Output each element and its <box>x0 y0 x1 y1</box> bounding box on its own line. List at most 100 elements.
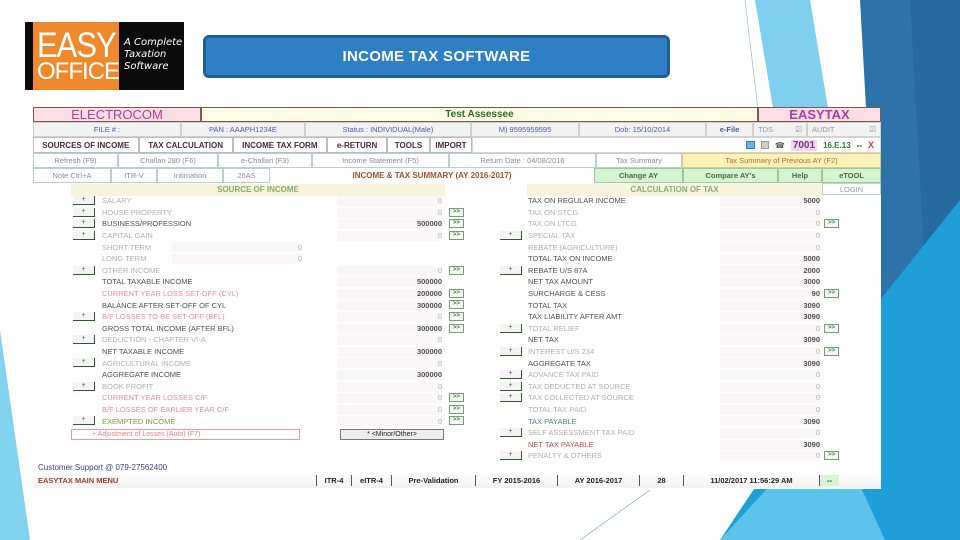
row-rebate-agriculture: REBATE (AGRICULTURE) 0 <box>33 241 881 253</box>
expand-button[interactable]: + <box>500 451 522 461</box>
row-label: INTEREST U/S 234 <box>528 347 595 357</box>
summary-title: INCOME & TAX SUMMARY (AY 2016-2017) <box>270 168 594 183</box>
refresh-button[interactable]: Refresh (F9) <box>33 153 118 168</box>
row-special-tax: + SPECIAL TAX 0 <box>33 230 881 242</box>
expand-button[interactable]: + <box>500 230 522 240</box>
26as-button[interactable]: 26AS <box>223 168 270 183</box>
eitr-form-button[interactable]: eITR-4 <box>351 475 391 486</box>
row-label: TOTAL RELIEF <box>528 323 580 333</box>
row-value[interactable]: 0 <box>740 243 820 252</box>
pan-number: PAN : AAAPH1234E <box>181 122 305 137</box>
row-value[interactable]: 0 <box>740 370 820 379</box>
row-value[interactable]: 3090 <box>740 301 820 310</box>
change-ay-button[interactable]: Change AY <box>594 168 683 183</box>
adjustment-of-losses-button[interactable]: + Adjustment of Losses (Auto) (F7) <box>71 429 300 440</box>
expand-button[interactable]: + <box>500 265 522 275</box>
row-value[interactable]: 3090 <box>740 312 820 321</box>
row-total-tax: TOTAL TAX 3090 <box>33 299 881 311</box>
audit-checkbox[interactable]: AUDIT ☑ <box>807 122 881 137</box>
menu-tax-calculation[interactable]: TAX CALCULATION <box>138 137 233 153</box>
assessee-category-select[interactable]: * <Minor/Other> <box>340 429 444 440</box>
tax-summary-previous-ay-button[interactable]: Tax Summary of Previous AY (F2) <box>682 153 881 168</box>
row-label: TAX ON REGULAR INCOME <box>528 196 626 206</box>
row-total-tax-paid: TOTAL TAX PAID 0 <box>33 404 881 416</box>
row-value[interactable]: 3090 <box>740 417 820 426</box>
row-value[interactable]: 0 <box>740 405 820 414</box>
income-statement-button[interactable]: Income Statement (F5) <box>312 153 449 168</box>
details-arrow-button[interactable]: >> <box>824 323 839 333</box>
tax-summary-button[interactable]: Tax Summary <box>596 153 682 168</box>
expand-button[interactable]: + <box>500 428 522 437</box>
record-count: 28 <box>639 475 683 486</box>
row-value[interactable]: 0 <box>740 393 820 402</box>
calculator-icon[interactable] <box>745 141 755 149</box>
details-arrow-button[interactable]: >> <box>824 346 839 356</box>
menu-sources-of-income[interactable]: SOURCES OF INCOME <box>33 137 139 153</box>
logo-tagline: A Complete Taxation Software <box>124 37 182 73</box>
row-value[interactable]: 3090 <box>740 335 820 344</box>
row-net-tax-amount: NET TAX AMOUNT 3000 <box>33 276 881 288</box>
row-interest-u-s-234: + INTEREST U/S 234 0 >> <box>33 346 881 358</box>
etool-button[interactable]: eTOOL <box>822 168 881 183</box>
row-label: TAX PAYABLE <box>528 416 577 426</box>
save-icon[interactable] <box>760 141 769 149</box>
row-value[interactable]: 0 <box>740 231 820 240</box>
row-value[interactable]: 90 <box>740 289 820 298</box>
help-button[interactable]: Help <box>778 168 822 183</box>
menu-import[interactable]: IMPORT <box>429 137 473 153</box>
details-arrow-button[interactable]: >> <box>824 288 839 298</box>
tds-checkbox[interactable]: TDS ☑ <box>753 122 807 137</box>
row-label: TOTAL TAX <box>528 300 568 310</box>
main-menu-bar: SOURCES OF INCOME TAX CALCULATION INCOME… <box>33 137 881 153</box>
compare-ays-button[interactable]: Compare AY's <box>683 168 778 183</box>
row-value[interactable]: 3000 <box>740 277 820 286</box>
menu-income-tax-form[interactable]: INCOME TAX FORM <box>232 137 327 153</box>
row-value[interactable]: 0 <box>740 382 820 391</box>
row-net-tax: NET TAX 3090 <box>33 334 881 346</box>
product-name: EASYTAX <box>758 107 881 122</box>
expand-button[interactable]: + <box>500 346 522 356</box>
row-value[interactable]: 0 <box>740 208 820 217</box>
itr-v-button[interactable]: ITR-V <box>111 168 157 183</box>
row-value[interactable]: 0 <box>740 347 820 356</box>
row-value[interactable]: 5000 <box>740 196 820 205</box>
row-value[interactable]: 0 <box>740 324 820 333</box>
logo-text-office: OFFICE <box>37 58 120 85</box>
expand-button[interactable]: + <box>500 393 522 403</box>
close-button[interactable]: X <box>868 140 874 150</box>
expand-button[interactable]: + <box>500 323 522 333</box>
row-value[interactable]: 2000 <box>740 266 820 275</box>
date-of-birth: Dob: 15/10/2014 <box>579 122 706 137</box>
row-value[interactable]: 0 <box>740 428 820 437</box>
note-button[interactable]: Note Ctrl+A <box>33 168 111 183</box>
login-button[interactable]: LOGIN <box>822 183 881 195</box>
expand-button[interactable]: + <box>500 370 522 379</box>
row-value[interactable]: 3090 <box>740 440 820 449</box>
menu-e-return[interactable]: e-RETURN <box>326 137 388 153</box>
row-advance-tax-paid: + ADVANCE TAX PAID 0 <box>33 369 881 381</box>
status-dash-button[interactable]: -- <box>819 475 839 486</box>
menu-tools[interactable]: TOOLS <box>387 137 430 153</box>
row-value[interactable]: 0 <box>740 451 820 460</box>
expand-button[interactable]: + <box>500 381 522 391</box>
row-label: TOTAL TAX PAID <box>528 405 587 415</box>
row-value[interactable]: 0 <box>740 219 820 228</box>
row-value[interactable]: 5000 <box>740 254 820 263</box>
e-challan-button[interactable]: e-Challan (F3) <box>218 153 312 168</box>
itr-form-button[interactable]: ITR-4 <box>316 475 351 486</box>
phone-icon[interactable]: ☎ <box>775 141 785 150</box>
intimation-button[interactable]: Intimation <box>157 168 223 183</box>
audit-check-icon: ☑ <box>869 125 876 134</box>
pre-validation-button[interactable]: Pre-Validation <box>391 475 475 486</box>
row-value[interactable]: 3090 <box>740 359 820 368</box>
main-menu-button[interactable]: EASYTAX MAIN MENU <box>33 476 316 485</box>
row-tax-liability-after-amt: TAX LIABILITY AFTER AMT 3090 <box>33 311 881 323</box>
challan-280-button[interactable]: Challan 280 (F6) <box>118 153 218 168</box>
return-date: Return Date : 04/08/2016 <box>449 153 596 168</box>
efile-button[interactable]: e-File <box>706 122 753 137</box>
details-arrow-button[interactable]: >> <box>824 219 839 229</box>
title-row: ELECTROCOM Test Assessee EASYTAX <box>33 107 881 122</box>
details-arrow-button[interactable]: >> <box>824 451 839 461</box>
minimize-button[interactable]: -- <box>857 141 862 150</box>
row-label: TAX ON LTCG <box>528 219 577 229</box>
